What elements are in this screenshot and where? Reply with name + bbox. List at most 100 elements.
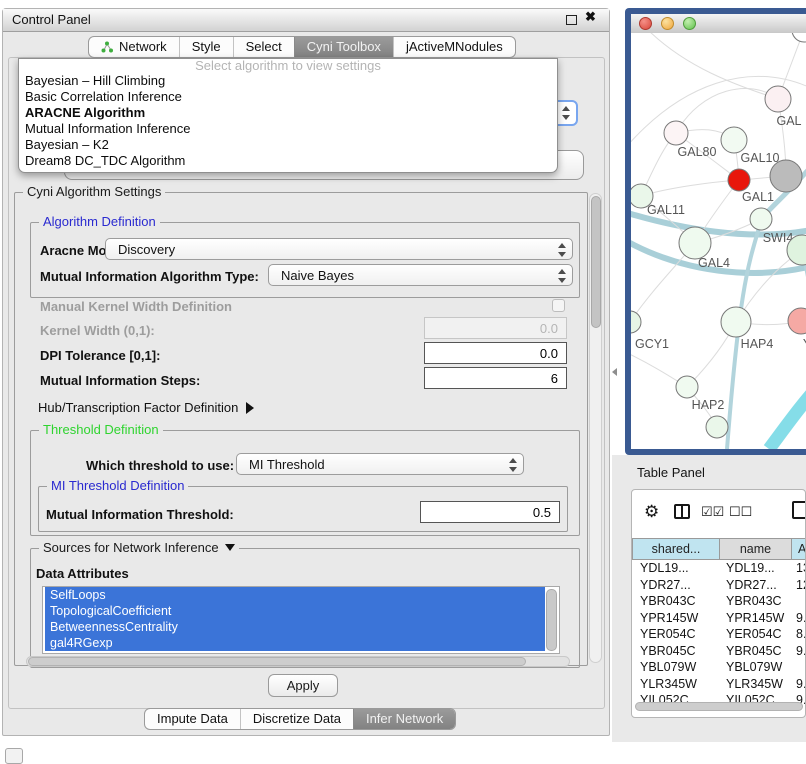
attributes-hscrollbar-thumb[interactable]	[28, 657, 526, 666]
table-cell[interactable]: YBR043C	[632, 593, 720, 610]
attributes-scrollbar-thumb[interactable]	[546, 589, 557, 651]
algorithm-option[interactable]: ARACNE Algorithm	[19, 105, 557, 121]
tab-style[interactable]: Style	[179, 37, 233, 57]
network-node[interactable]	[679, 227, 711, 259]
network-node-label: GAL11	[647, 203, 685, 217]
deselect-all-checkboxes-icon[interactable]: ☐☐	[729, 504, 752, 520]
table-row[interactable]: YER054CYER054C8.	[632, 626, 806, 643]
hub-definition-toggle[interactable]: Hub/Transcription Factor Definition	[38, 400, 254, 415]
attribute-item[interactable]: BetweennessCentrality	[45, 619, 545, 635]
table-cell[interactable]: YBL079W	[720, 659, 792, 676]
table-cell[interactable]: 13	[792, 560, 806, 577]
algorithm-option[interactable]: Mutual Information Inference	[19, 121, 557, 137]
tab-network[interactable]: Network	[89, 37, 179, 57]
table-row[interactable]: YBR043CYBR043C	[632, 593, 806, 610]
table-cell[interactable]: YDL19...	[720, 560, 792, 577]
algorithm-option[interactable]: Dream8 DC_TDC Algorithm	[19, 153, 557, 169]
table-cell[interactable]	[792, 659, 806, 676]
table-cell[interactable]: YER054C	[632, 626, 720, 643]
table-cell[interactable]: YBR043C	[720, 593, 792, 610]
close-traffic-light-icon[interactable]	[639, 17, 652, 30]
tab-impute-data[interactable]: Impute Data	[145, 709, 240, 729]
dpi-tolerance-input[interactable]: 0.0	[424, 342, 567, 364]
table-cell[interactable]: YPR145W	[632, 610, 720, 627]
column-header-name[interactable]: name	[720, 538, 792, 560]
tab-discretize-data[interactable]: Discretize Data	[240, 709, 353, 729]
kernel-width-input[interactable]: 0.0	[424, 317, 567, 339]
network-node[interactable]	[765, 86, 791, 112]
table-cell[interactable]: 12	[792, 577, 806, 594]
table-cell[interactable]: YBR045C	[632, 643, 720, 660]
tab-select[interactable]: Select	[233, 37, 294, 57]
network-node[interactable]	[770, 160, 802, 192]
network-node[interactable]	[788, 308, 806, 334]
table-cell[interactable]: 9.	[792, 643, 806, 660]
select-all-checkboxes-icon[interactable]: ☑☑	[701, 504, 724, 520]
sources-legend[interactable]: Sources for Network Inference	[39, 540, 239, 555]
table-cell[interactable]	[792, 593, 806, 610]
tab-network-label: Network	[119, 37, 167, 57]
mi-threshold-input[interactable]: 0.5	[420, 501, 560, 523]
table-cell[interactable]: YER054C	[720, 626, 792, 643]
tab-cyni-toolbox[interactable]: Cyni Toolbox	[294, 37, 393, 57]
table-cell[interactable]: YLR345W	[720, 676, 792, 693]
algorithm-option[interactable]: Basic Correlation Inference	[19, 89, 557, 105]
settings-scrollbar-thumb[interactable]	[591, 196, 601, 328]
minimize-traffic-light-icon[interactable]	[661, 17, 674, 30]
tab-jactivemnodules[interactable]: jActiveMNodules	[393, 37, 515, 57]
network-node[interactable]	[792, 33, 806, 42]
table-row[interactable]: YDR27...YDR27...12	[632, 577, 806, 594]
table-cell[interactable]: YDR27...	[720, 577, 792, 594]
gear-icon[interactable]: ⚙	[644, 502, 659, 522]
network-node[interactable]	[664, 121, 688, 145]
table-row[interactable]: YLR345WYLR345W9.	[632, 676, 806, 693]
data-attributes-list[interactable]: SelfLoopsTopologicalCoefficientBetweenne…	[42, 586, 560, 654]
aracne-mode-combobox[interactable]: Discovery	[105, 238, 573, 260]
table-cell[interactable]: 8.	[792, 626, 806, 643]
table-card: ⚙ ☑☑ ☐☐ shared... name A YDL19...YDL19..…	[631, 489, 806, 718]
network-window-titlebar[interactable]	[631, 14, 806, 34]
table-row[interactable]: YPR145WYPR145W9.	[632, 610, 806, 627]
network-node[interactable]	[676, 376, 698, 398]
algorithm-definition-group: Algorithm Definition	[30, 222, 580, 298]
apply-button[interactable]: Apply	[268, 674, 338, 697]
network-view-canvas[interactable]: GALGAL80GAL10GAL1GAL11GAL4SWI4GCY1HAP4YH…	[631, 33, 806, 449]
document-icon[interactable]	[792, 501, 806, 519]
mi-type-combobox[interactable]: Naive Bayes	[268, 264, 573, 286]
attribute-item[interactable]: SelfLoops	[45, 587, 545, 603]
network-node[interactable]	[728, 169, 750, 191]
network-node-label: GAL	[776, 114, 801, 128]
network-node[interactable]	[706, 416, 728, 438]
table-row[interactable]: YDL19...YDL19...13	[632, 560, 806, 577]
table-hscrollbar-thumb[interactable]	[635, 702, 803, 711]
network-node[interactable]	[721, 127, 747, 153]
close-icon[interactable]: ✖	[585, 9, 596, 25]
table-cell[interactable]: 9.	[792, 676, 806, 693]
table-cell[interactable]: YDL19...	[632, 560, 720, 577]
tab-infer-network[interactable]: Infer Network	[353, 709, 455, 729]
attribute-item[interactable]: gal4RGexp	[45, 635, 545, 651]
manual-kernel-checkbox[interactable]	[552, 299, 565, 312]
zoom-traffic-light-icon[interactable]	[683, 17, 696, 30]
table-cell[interactable]: YDR27...	[632, 577, 720, 594]
algorithm-option[interactable]: Bayesian – Hill Climbing	[19, 73, 557, 89]
float-window-icon[interactable]	[566, 15, 577, 25]
column-header-shared-name[interactable]: shared...	[632, 538, 720, 560]
network-node[interactable]	[631, 311, 641, 333]
table-row[interactable]: YBL079WYBL079W	[632, 659, 806, 676]
mi-steps-input[interactable]: 6	[424, 367, 567, 389]
network-node[interactable]	[721, 307, 751, 337]
table-cell[interactable]: YPR145W	[720, 610, 792, 627]
table-cell[interactable]: YBR045C	[720, 643, 792, 660]
table-cell[interactable]: 9.	[792, 610, 806, 627]
algorithm-option[interactable]: Bayesian – K2	[19, 137, 557, 153]
network-node[interactable]	[750, 208, 772, 230]
table-cell[interactable]: YBL079W	[632, 659, 720, 676]
panel-splitter-handle[interactable]	[612, 368, 617, 376]
table-row[interactable]: YBR045CYBR045C9.	[632, 643, 806, 660]
table-cell[interactable]: YLR345W	[632, 676, 720, 693]
which-threshold-combobox[interactable]: MI Threshold	[236, 453, 524, 475]
column-header-clipped[interactable]: A	[792, 538, 806, 560]
attribute-item[interactable]: TopologicalCoefficient	[45, 603, 545, 619]
column-layout-icon[interactable]	[674, 504, 690, 519]
